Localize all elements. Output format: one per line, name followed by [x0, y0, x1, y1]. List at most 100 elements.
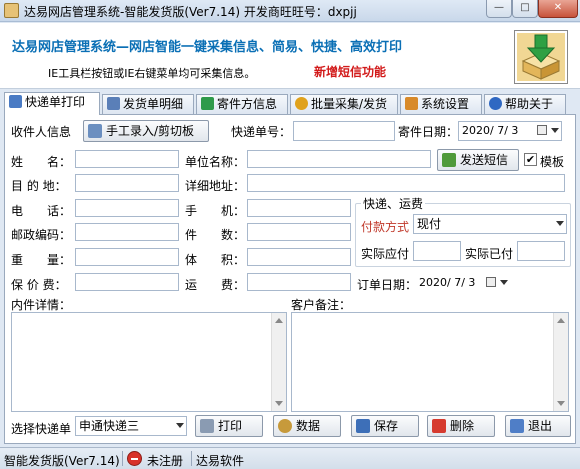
- data-label: 数据: [296, 419, 321, 433]
- tab-label: 批量采集/发货: [311, 97, 388, 111]
- destination-input[interactable]: [75, 174, 179, 192]
- phone-input[interactable]: [75, 199, 179, 217]
- volume-label: 体 积：: [185, 253, 246, 267]
- chevron-down-icon: [551, 128, 559, 133]
- save-label: 保存: [374, 419, 399, 433]
- insured-fee-label: 保 价 费：: [11, 278, 67, 292]
- tab-shipping-details[interactable]: 发货单明细: [102, 94, 194, 114]
- printer-icon: [9, 95, 22, 108]
- payment-method-select[interactable]: 现付: [413, 214, 567, 234]
- package-download-icon[interactable]: [514, 30, 568, 84]
- save-button[interactable]: 保存: [351, 415, 419, 437]
- calendar-icon: [486, 277, 496, 287]
- amount-paid-input[interactable]: [517, 241, 565, 261]
- tab-label: 发货单明细: [123, 97, 184, 111]
- maximize-button[interactable]: □: [512, 0, 538, 18]
- name-input[interactable]: [75, 150, 179, 168]
- remarks-label: 客户备注：: [291, 298, 352, 312]
- order-date-picker[interactable]: 2020/ 7/ 3: [415, 273, 511, 293]
- remarks-textarea[interactable]: [291, 312, 569, 412]
- tab-print-waybill[interactable]: 快递单打印: [4, 92, 100, 115]
- chevron-down-icon: [176, 423, 184, 428]
- help-icon: [489, 97, 502, 110]
- new-feature-notice: 新增短信功能: [314, 65, 387, 79]
- status-registration: 未注册: [147, 454, 184, 468]
- freight-input[interactable]: [247, 273, 351, 291]
- delete-button[interactable]: 删除: [427, 415, 495, 437]
- courier-select[interactable]: 申通快递三: [75, 416, 187, 436]
- scroll-down-icon: [275, 401, 283, 406]
- send-date-picker[interactable]: 2020/ 7/ 3: [458, 121, 562, 141]
- postcode-label: 邮政编码：: [11, 228, 72, 242]
- pieces-label: 件 数：: [185, 228, 246, 242]
- destination-label: 目 的 地：: [11, 179, 67, 193]
- template-checkbox[interactable]: ✔: [524, 153, 537, 166]
- print-button[interactable]: 打印: [195, 415, 263, 437]
- card-icon: [201, 97, 214, 110]
- send-sms-label: 发送短信: [460, 153, 509, 167]
- scroll-up-icon: [275, 318, 283, 323]
- main-panel: 收件人信息 手工录入/剪切板 快递单号： 寄件日期： 2020/ 7/ 3 姓 …: [4, 114, 576, 444]
- exit-button[interactable]: 退出: [505, 415, 571, 437]
- send-sms-button[interactable]: 发送短信: [437, 149, 519, 171]
- settings-icon: [405, 97, 418, 110]
- address-input[interactable]: [247, 174, 565, 192]
- floppy-disk-icon: [356, 419, 370, 433]
- tracking-number-input[interactable]: [293, 121, 395, 141]
- order-date-value: 2020/ 7/ 3: [419, 276, 476, 289]
- postcode-input[interactable]: [75, 223, 179, 241]
- courier-value: 申通快递三: [79, 419, 140, 433]
- amount-paid-label: 实际已付: [465, 247, 514, 261]
- order-date-label: 订单日期：: [357, 278, 418, 292]
- exit-door-icon: [510, 419, 524, 433]
- header-banner: 达易网店管理系统—网店智能一键采集信息、简易、快捷、高效打印 IE工具栏按钮或I…: [0, 23, 580, 89]
- status-separator: [122, 451, 123, 466]
- tab-help[interactable]: 帮助关于: [484, 94, 566, 114]
- weight-input[interactable]: [75, 248, 179, 266]
- document-icon: [107, 97, 120, 110]
- mobile-input[interactable]: [247, 199, 351, 217]
- batch-icon: [295, 97, 308, 110]
- magnifier-icon: [278, 419, 292, 433]
- contents-scrollbar[interactable]: [271, 313, 286, 411]
- banner-tip: IE工具栏按钮或IE右键菜单均可采集信息。: [48, 67, 256, 80]
- clipboard-icon: [88, 124, 102, 138]
- amount-payable-label: 实际应付: [361, 247, 410, 261]
- manual-entry-button[interactable]: 手工录入/剪切板: [83, 120, 209, 142]
- delete-label: 删除: [450, 419, 475, 433]
- scroll-up-icon: [557, 318, 565, 323]
- scroll-down-icon: [557, 401, 565, 406]
- tab-label: 快递单打印: [25, 95, 86, 109]
- name-label: 姓 名：: [11, 155, 72, 169]
- banner-slogan: 达易网店管理系统—网店智能一键采集信息、简易、快捷、高效打印: [12, 40, 403, 55]
- insured-fee-input[interactable]: [75, 273, 179, 291]
- unregistered-icon: [127, 451, 142, 466]
- contents-label: 内件详情：: [11, 298, 72, 312]
- status-version: 智能发货版(Ver7.14): [4, 454, 120, 468]
- pieces-input[interactable]: [247, 223, 351, 241]
- volume-input[interactable]: [247, 248, 351, 266]
- tab-batch[interactable]: 批量采集/发货: [290, 94, 398, 114]
- tab-label: 帮助关于: [505, 97, 554, 111]
- tab-sender-info[interactable]: 寄件方信息: [196, 94, 288, 114]
- company-input[interactable]: [247, 150, 431, 168]
- company-label: 单位名称：: [185, 155, 246, 169]
- send-date-value: 2020/ 7/ 3: [462, 124, 519, 137]
- contents-textarea[interactable]: [11, 312, 287, 412]
- freight-label: 运 费：: [185, 278, 246, 292]
- data-button[interactable]: 数据: [273, 415, 341, 437]
- delete-x-icon: [432, 419, 446, 433]
- app-icon: [4, 3, 19, 18]
- status-separator: [191, 451, 192, 466]
- send-date-label: 寄件日期：: [398, 125, 459, 139]
- template-label: 模板: [540, 155, 565, 169]
- close-button[interactable]: ✕: [538, 0, 578, 18]
- tab-settings[interactable]: 系统设置: [400, 94, 482, 114]
- printer-icon: [200, 419, 214, 433]
- tracking-number-label: 快递单号：: [231, 125, 292, 139]
- print-label: 打印: [218, 419, 243, 433]
- minimize-button[interactable]: —: [486, 0, 512, 18]
- remarks-scrollbar[interactable]: [553, 313, 568, 411]
- amount-payable-input[interactable]: [413, 241, 461, 261]
- payment-method-label: 付款方式: [361, 220, 410, 234]
